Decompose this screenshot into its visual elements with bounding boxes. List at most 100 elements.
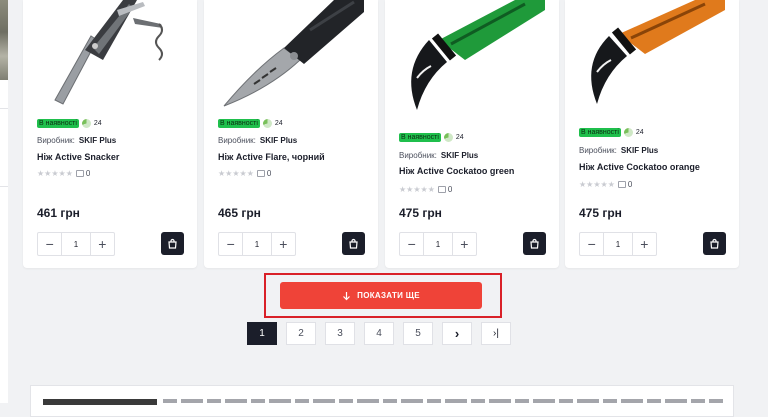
product-image[interactable] (575, 0, 725, 122)
page-5[interactable]: 5 (403, 322, 433, 345)
stock-badge: В наявності (218, 119, 260, 128)
rating: ★★★★★ 0 (218, 169, 271, 178)
left-sidebar (0, 0, 8, 403)
rating: ★★★★★ 0 (399, 185, 452, 194)
comment-icon (256, 170, 265, 177)
stock-qty: 24 (274, 120, 283, 127)
manufacturer-label: Виробник: (218, 136, 256, 145)
add-to-cart-button[interactable] (161, 232, 184, 255)
quantity-value[interactable]: 1 (61, 233, 91, 255)
minus-icon[interactable]: − (219, 233, 242, 255)
arrow-down-icon (343, 291, 351, 300)
manufacturer-name[interactable]: SKIF Plus (441, 151, 478, 160)
product-card[interactable]: В наявності 24 Виробник: SKIF Plus Ніж Ac… (204, 0, 378, 268)
minus-icon[interactable]: − (400, 233, 423, 255)
manufacturer-label: Виробник: (579, 146, 617, 155)
reviews-count[interactable]: 0 (437, 185, 453, 194)
product-name[interactable]: Ніж Active Cockatoo green (399, 166, 514, 176)
page-1[interactable]: 1 (247, 322, 277, 345)
stock-qty: 24 (93, 120, 102, 127)
add-to-cart-button[interactable] (523, 232, 546, 255)
manufacturer: Виробник: SKIF Plus (37, 136, 116, 145)
quantity-value[interactable]: 1 (423, 233, 453, 255)
pagination: 1 2 3 4 5 › ›| (247, 322, 511, 345)
reviews-number: 0 (266, 169, 272, 178)
plus-icon[interactable]: + (91, 233, 114, 255)
product-name[interactable]: Ніж Active Cockatoo orange (579, 162, 700, 172)
description-image (43, 399, 157, 405)
manufacturer: Виробник: SKIF Plus (579, 146, 658, 155)
reviews-number: 0 (85, 169, 91, 178)
comment-icon (75, 170, 84, 177)
shopping-bag-icon (530, 238, 539, 249)
plus-icon[interactable]: + (633, 233, 656, 255)
manufacturer-name[interactable]: SKIF Plus (260, 136, 297, 145)
stock-qty-icon (262, 119, 272, 128)
quantity-value[interactable]: 1 (603, 233, 633, 255)
product-card[interactable]: В наявності 24 Виробник: SKIF Plus Ніж Ac… (385, 0, 559, 268)
page-2[interactable]: 2 (286, 322, 316, 345)
rating-stars[interactable]: ★★★★★ (399, 185, 435, 194)
stock-badge: В наявності (579, 128, 621, 137)
page-3[interactable]: 3 (325, 322, 355, 345)
plus-icon[interactable]: + (453, 233, 476, 255)
load-more-button[interactable]: ПОКАЗАТИ ЩЕ (280, 282, 482, 309)
quantity-stepper: − 1 + (579, 232, 657, 256)
minus-icon[interactable]: − (580, 233, 603, 255)
plus-icon[interactable]: + (272, 233, 295, 255)
reviews-number: 0 (447, 185, 453, 194)
stock-row: В наявності 24 (579, 128, 644, 137)
add-to-cart-button[interactable] (342, 232, 365, 255)
product-name[interactable]: Ніж Active Snacker (37, 152, 119, 162)
minus-icon[interactable]: − (38, 233, 61, 255)
stock-row: В наявності 24 (218, 119, 283, 128)
reviews-count[interactable]: 0 (617, 180, 633, 189)
manufacturer-name[interactable]: SKIF Plus (79, 136, 116, 145)
sidebar-image (0, 0, 8, 80)
stock-row: В наявності 24 (37, 119, 102, 128)
last-page-icon[interactable]: ›| (481, 322, 511, 345)
quantity-stepper: − 1 + (218, 232, 296, 256)
product-price: 465 грн (218, 206, 261, 220)
quantity-stepper: − 1 + (399, 232, 477, 256)
description-text (163, 399, 723, 403)
description-block (30, 385, 734, 417)
shopping-bag-icon (349, 238, 358, 249)
stock-qty: 24 (635, 129, 644, 136)
stock-badge: В наявності (399, 133, 441, 142)
comment-icon (617, 181, 626, 188)
product-image[interactable] (33, 0, 183, 112)
next-page-icon[interactable]: › (442, 322, 472, 345)
manufacturer-label: Виробник: (37, 136, 75, 145)
manufacturer-label: Виробник: (399, 151, 437, 160)
stock-row: В наявності 24 (399, 133, 464, 142)
shopping-bag-icon (168, 238, 177, 249)
add-to-cart-button[interactable] (703, 232, 726, 255)
rating-stars[interactable]: ★★★★★ (579, 180, 615, 189)
stock-badge: В наявності (37, 119, 79, 128)
product-card[interactable]: В наявності 24 Виробник: SKIF Plus Ніж Ac… (23, 0, 197, 268)
stock-qty-icon (81, 119, 91, 128)
product-name[interactable]: Ніж Active Flare, чорний (218, 152, 325, 162)
stock-qty-icon (623, 128, 633, 137)
load-more-label: ПОКАЗАТИ ЩЕ (357, 291, 420, 300)
divider (0, 186, 8, 187)
manufacturer-name[interactable]: SKIF Plus (621, 146, 658, 155)
rating-stars[interactable]: ★★★★★ (218, 169, 254, 178)
reviews-number: 0 (627, 180, 633, 189)
product-price: 461 грн (37, 206, 80, 220)
product-card[interactable]: В наявності 24 Виробник: SKIF Plus Ніж Ac… (565, 0, 739, 268)
rating-stars[interactable]: ★★★★★ (37, 169, 73, 178)
stock-qty-icon (443, 133, 453, 142)
reviews-count[interactable]: 0 (75, 169, 91, 178)
page-4[interactable]: 4 (364, 322, 394, 345)
comment-icon (437, 186, 446, 193)
rating: ★★★★★ 0 (579, 180, 632, 189)
reviews-count[interactable]: 0 (256, 169, 272, 178)
product-image[interactable] (395, 0, 545, 128)
manufacturer: Виробник: SKIF Plus (218, 136, 297, 145)
quantity-value[interactable]: 1 (242, 233, 272, 255)
stock-qty: 24 (455, 134, 464, 141)
shopping-bag-icon (710, 238, 719, 249)
product-image[interactable] (214, 0, 364, 112)
